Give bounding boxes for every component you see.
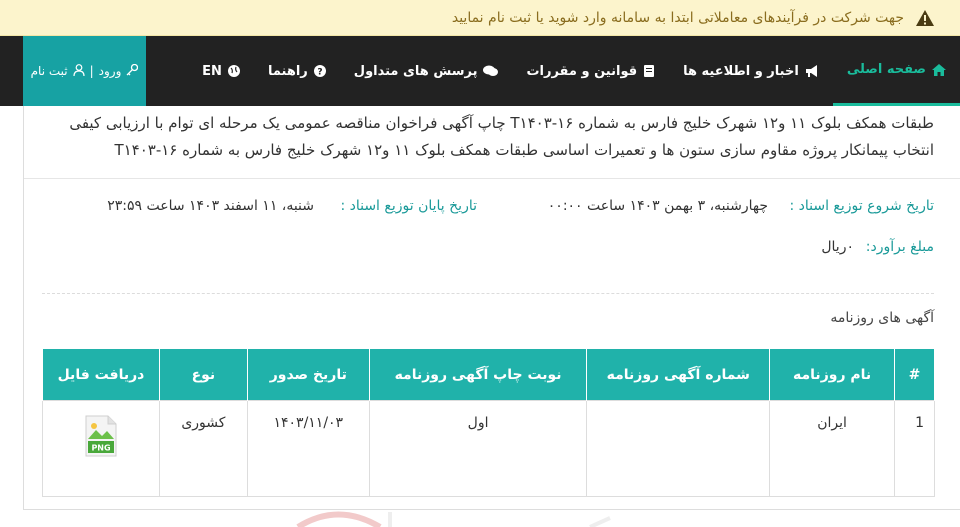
alert-text: جهت شرکت در فرآیندهای معاملاتی ابتدا به … — [451, 9, 904, 26]
newspaper-ads-heading: آگهی های روزنامه — [830, 310, 934, 326]
warning-icon — [916, 9, 934, 26]
globe-icon — [227, 65, 240, 77]
register-link[interactable]: ثبت نام — [31, 64, 68, 78]
nav-item-english[interactable]: EN — [188, 36, 254, 106]
nav-item-faq[interactable]: پرسش های متداول — [340, 36, 513, 106]
nav-menu: صفحه اصلی اخبار و اطلاعیه ها قوانین و مق… — [188, 36, 960, 106]
key-icon — [126, 63, 139, 79]
column-header: نام روزنامه — [769, 349, 896, 401]
ad-type: کشوری — [158, 400, 248, 497]
bullhorn-icon — [805, 65, 819, 77]
home-icon — [932, 63, 946, 76]
nav-item-label: راهنما — [267, 63, 308, 79]
estimated-price-label: مبلغ برآورد: — [865, 239, 934, 255]
nav-item-news[interactable]: اخبار و اطلاعیه ها — [669, 36, 833, 106]
login-link[interactable]: ورود — [99, 64, 122, 78]
file-download-cell: PNG — [42, 400, 160, 497]
top-navbar: صفحه اصلی اخبار و اطلاعیه ها قوانین و مق… — [0, 36, 960, 106]
newspaper-name: ایران — [769, 400, 896, 497]
book-icon — [643, 65, 655, 77]
question-circle-icon: ? — [313, 65, 326, 78]
login-alert: جهت شرکت در فرآیندهای معاملاتی ابتدا به … — [0, 0, 960, 36]
login-register-box: ورود | ثبت نام — [23, 36, 146, 106]
svg-text:?: ? — [317, 68, 322, 78]
row-index: 1 — [894, 400, 935, 497]
end-date-value: شنبه، ۱۱ اسفند ۱۴۰۳ ساعت ۲۳:۵۹ — [107, 198, 314, 214]
column-header: نوبت چاپ آگهی روزنامه — [368, 349, 588, 401]
print-turn: اول — [368, 400, 588, 497]
nav-item-rules[interactable]: قوانین و مقررات — [512, 36, 669, 106]
comments-icon — [483, 65, 499, 77]
ad-number — [586, 400, 771, 497]
nav-item-label: پرسش های متداول — [353, 63, 478, 79]
nav-item-label: EN — [202, 63, 222, 79]
nav-item-home[interactable]: صفحه اصلی — [832, 36, 960, 106]
nav-item-help[interactable]: ? راهنما — [254, 36, 340, 106]
nav-item-label: قوانین و مقررات — [526, 63, 638, 79]
login-separator: | — [89, 64, 94, 78]
table-header-row: # نام روزنامه شماره آگهی روزنامه نوبت چا… — [42, 349, 935, 401]
png-file-icon[interactable]: PNG — [84, 415, 118, 461]
tender-title: طبقات همکف بلوک ۱۱ و۱۲ شهرک خلیج فارس به… — [69, 114, 934, 159]
table-row: 1 ایران اول ۱۴۰۳/۱۱/۰۳ کشوری PNG — [42, 400, 935, 497]
column-header: تاریخ صدور — [246, 349, 370, 401]
issue-date: ۱۴۰۳/۱۱/۰۳ — [246, 400, 370, 497]
tender-details-panel: طبقات همکف بلوک ۱۱ و۱۲ شهرک خلیج فارس به… — [23, 106, 960, 510]
estimated-price-value: ۰ریال — [821, 239, 854, 255]
dashed-divider — [42, 293, 934, 294]
newspaper-ads-table: # نام روزنامه شماره آگهی روزنامه نوبت چا… — [42, 349, 935, 497]
nav-item-label: اخبار و اطلاعیه ها — [683, 63, 799, 79]
start-date-label: تاریخ شروع توزیع اسناد : — [789, 198, 934, 214]
column-header: دریافت فایل — [42, 349, 160, 401]
nav-item-label: صفحه اصلی — [846, 62, 926, 77]
png-file-label: PNG — [91, 444, 110, 453]
end-date-label: تاریخ پایان توزیع اسناد : — [340, 198, 477, 214]
column-header: شماره آگهی روزنامه — [586, 349, 771, 401]
column-header: # — [894, 349, 935, 401]
background-watermark — [296, 511, 611, 527]
start-date-value: چهارشنبه، ۳ بهمن ۱۴۰۳ ساعت ۰۰:۰۰ — [547, 198, 768, 214]
user-icon — [73, 63, 85, 79]
column-header: نوع — [158, 349, 248, 401]
divider — [24, 178, 960, 179]
